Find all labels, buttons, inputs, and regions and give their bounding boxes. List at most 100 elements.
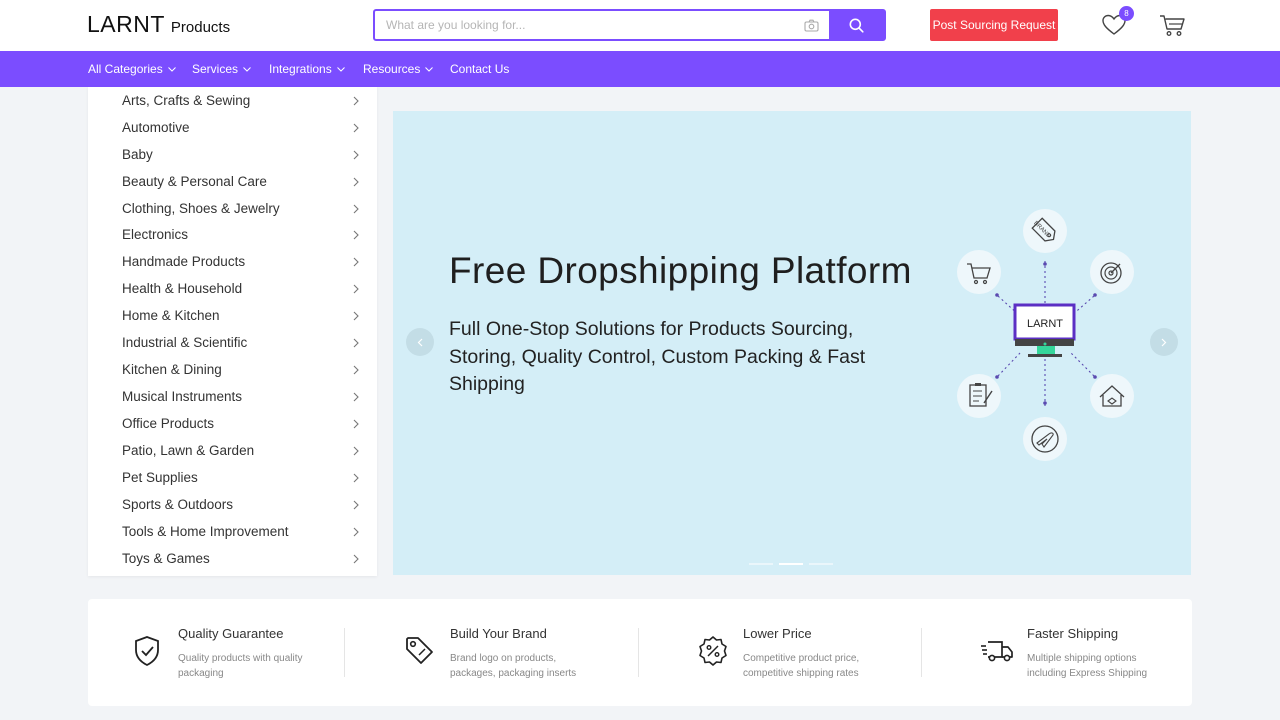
banner-title: Free Dropshipping Platform: [449, 250, 912, 292]
category-item[interactable]: Office Products: [88, 410, 377, 437]
hero-banner: Free Dropshipping Platform Full One-Stop…: [393, 111, 1191, 575]
category-item[interactable]: Health & Household: [88, 275, 377, 302]
nav-resources[interactable]: Resources: [363, 51, 433, 87]
category-item[interactable]: Home & Kitchen: [88, 302, 377, 329]
category-item[interactable]: Patio, Lawn & Garden: [88, 437, 377, 464]
carousel-dots: [749, 563, 833, 565]
chevron-left-icon: [417, 338, 423, 347]
chevron-right-icon: [353, 392, 359, 402]
chevron-right-icon: [353, 365, 359, 375]
category-item[interactable]: Musical Instruments: [88, 383, 377, 410]
monitor-icon: [1015, 305, 1074, 357]
features-bar: Quality Guarantee Quality products with …: [88, 599, 1192, 706]
category-label: Sports & Outdoors: [122, 497, 233, 512]
category-item[interactable]: Electronics: [88, 221, 377, 248]
carousel-next-button[interactable]: [1150, 328, 1178, 356]
chevron-down-icon: [243, 67, 251, 72]
nav-label: All Categories: [88, 62, 163, 76]
target-icon: [1090, 250, 1134, 294]
carousel-prev-button[interactable]: [406, 328, 434, 356]
chevron-right-icon: [353, 96, 359, 106]
category-label: Automotive: [122, 120, 190, 135]
shield-check-icon: [133, 635, 161, 667]
feature-title: Faster Shipping: [1027, 626, 1118, 641]
search-input[interactable]: [375, 11, 793, 39]
chevron-right-icon: [1161, 338, 1167, 347]
category-label: Beauty & Personal Care: [122, 174, 267, 189]
logo-main: LARNT: [87, 11, 165, 38]
chevron-right-icon: [353, 230, 359, 240]
airplane-icon: [1023, 417, 1067, 461]
category-item[interactable]: Clothing, Shoes & Jewelry: [88, 195, 377, 222]
category-item[interactable]: Kitchen & Dining: [88, 356, 377, 383]
chevron-down-icon: [337, 67, 345, 72]
warehouse-icon: [1090, 374, 1134, 418]
category-label: Kitchen & Dining: [122, 362, 222, 377]
chevron-right-icon: [353, 473, 359, 483]
category-item[interactable]: Tools & Home Improvement: [88, 518, 377, 545]
nav-services[interactable]: Services: [192, 51, 251, 87]
category-label: Handmade Products: [122, 254, 245, 269]
banner-subtitle: Full One-Stop Solutions for Products Sou…: [449, 316, 919, 399]
chevron-right-icon: [353, 500, 359, 510]
category-label: Tools & Home Improvement: [122, 524, 289, 539]
percent-badge-icon: [697, 635, 729, 667]
chevron-right-icon: [353, 446, 359, 456]
cart-button[interactable]: [1158, 12, 1186, 38]
category-item[interactable]: Automotive: [88, 114, 377, 141]
feature-desc: Multiple shipping options including Expr…: [1027, 651, 1172, 681]
nav-label: Resources: [363, 62, 420, 76]
chevron-right-icon: [353, 311, 359, 321]
nav-all-categories[interactable]: All Categories: [88, 51, 176, 87]
logo[interactable]: LARNT Products: [87, 11, 230, 38]
category-label: Musical Instruments: [122, 389, 242, 404]
chevron-right-icon: [353, 204, 359, 214]
feature-title: Quality Guarantee: [178, 626, 284, 641]
category-label: Industrial & Scientific: [122, 335, 247, 350]
chevron-right-icon: [353, 554, 359, 564]
feature-desc: Quality products with quality packaging: [178, 651, 308, 681]
category-item[interactable]: Handmade Products: [88, 248, 377, 275]
category-label: Arts, Crafts & Sewing: [122, 93, 250, 108]
clipboard-icon: [957, 374, 1001, 418]
category-sidebar: Arts, Crafts & Sewing Automotive Baby Be…: [88, 87, 377, 576]
category-label: Patio, Lawn & Garden: [122, 443, 254, 458]
category-label: Baby: [122, 147, 153, 162]
category-label: Office Products: [122, 416, 214, 431]
camera-icon[interactable]: [793, 11, 829, 39]
category-item[interactable]: Industrial & Scientific: [88, 329, 377, 356]
feature-quality-guarantee: Quality Guarantee Quality products with …: [88, 599, 344, 706]
chevron-right-icon: [353, 338, 359, 348]
carousel-dot[interactable]: [809, 563, 833, 565]
category-label: Pet Supplies: [122, 470, 198, 485]
category-item[interactable]: Baby: [88, 141, 377, 168]
post-sourcing-request-button[interactable]: Post Sourcing Request: [930, 9, 1058, 41]
category-item[interactable]: Pet Supplies: [88, 464, 377, 491]
search-icon: [849, 18, 864, 33]
chevron-right-icon: [353, 527, 359, 537]
wishlist-count-badge: 8: [1119, 6, 1134, 21]
category-label: Health & Household: [122, 281, 242, 296]
logo-sub: Products: [171, 19, 230, 36]
search-button[interactable]: [829, 11, 884, 39]
nav-integrations[interactable]: Integrations: [269, 51, 345, 87]
chevron-right-icon: [353, 284, 359, 294]
chevron-down-icon: [168, 67, 176, 72]
feature-title: Lower Price: [743, 626, 812, 641]
category-item[interactable]: Beauty & Personal Care: [88, 168, 377, 195]
chevron-right-icon: [353, 150, 359, 160]
carousel-dot[interactable]: [749, 563, 773, 565]
category-label: Clothing, Shoes & Jewelry: [122, 201, 280, 216]
nav-label: Contact Us: [450, 62, 509, 76]
feature-title: Build Your Brand: [450, 626, 547, 641]
feature-build-your-brand: Build Your Brand Brand logo on products,…: [344, 599, 638, 706]
category-item[interactable]: Toys & Games: [88, 545, 377, 572]
category-label: Toys & Games: [122, 551, 210, 566]
nav-contact-us[interactable]: Contact Us: [450, 51, 509, 87]
category-item[interactable]: Sports & Outdoors: [88, 491, 377, 518]
category-item[interactable]: Arts, Crafts & Sewing: [88, 87, 377, 114]
carousel-dot-active[interactable]: [779, 563, 803, 565]
feature-desc: Brand logo on products, packages, packag…: [450, 651, 600, 681]
nav-label: Services: [192, 62, 238, 76]
brand-tag-icon: BRAND: [1023, 209, 1067, 253]
